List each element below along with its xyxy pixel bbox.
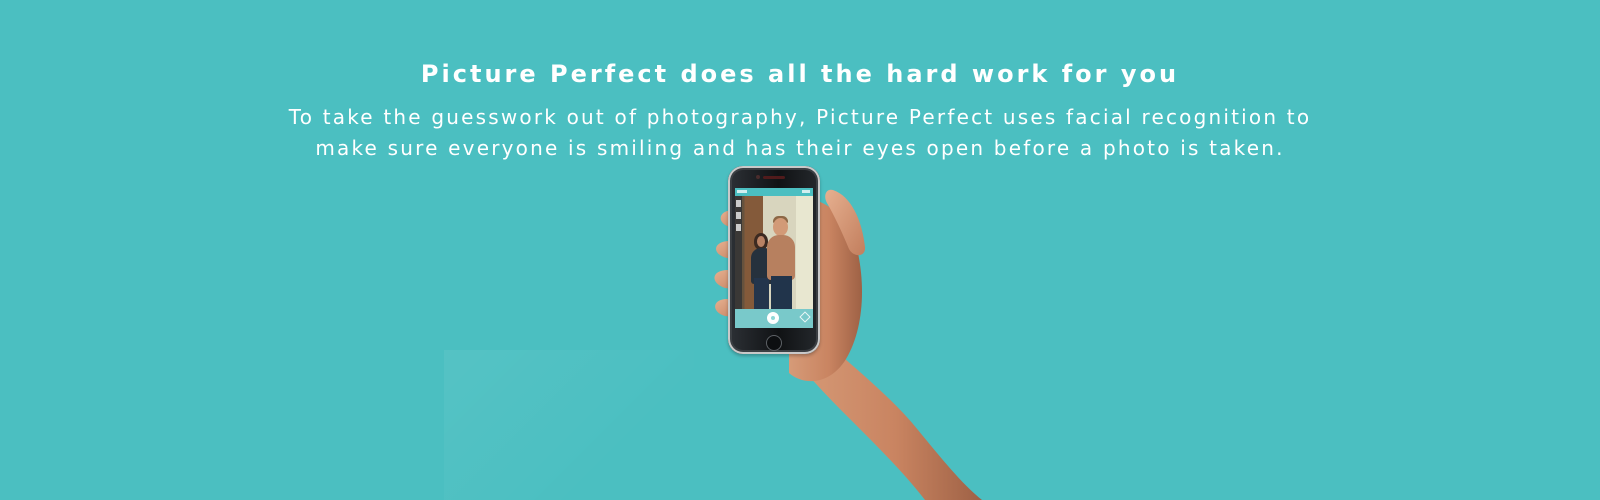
phone-home-button[interactable] bbox=[766, 335, 782, 351]
shutter-icon[interactable] bbox=[767, 312, 779, 324]
battery-icon bbox=[802, 190, 810, 193]
forearm bbox=[790, 336, 982, 500]
camera-control-bar bbox=[735, 309, 813, 328]
photo-thumbnail[interactable] bbox=[736, 224, 741, 231]
front-camera bbox=[756, 175, 760, 179]
picture-perfect-app-screen bbox=[735, 188, 813, 328]
person-body bbox=[767, 235, 795, 280]
settings-icon[interactable] bbox=[799, 311, 811, 323]
hero-section: Picture Perfect does all the hard work f… bbox=[0, 0, 1600, 500]
hero-description: To take the guesswork out of photography… bbox=[260, 102, 1340, 164]
photo-thumbnail[interactable] bbox=[736, 200, 741, 207]
phone-speaker bbox=[763, 176, 785, 179]
person-face bbox=[773, 218, 788, 236]
photo-thumbnail-strip bbox=[735, 196, 742, 309]
status-icons bbox=[737, 190, 747, 193]
hero-description-line: To take the guesswork out of photography… bbox=[288, 105, 1312, 129]
person-legs bbox=[771, 276, 792, 309]
person-legs bbox=[754, 278, 769, 309]
hero-description-line: make sure everyone is smiling and has th… bbox=[315, 136, 1285, 160]
phone-status-bar bbox=[735, 188, 813, 196]
photo-thumbnail[interactable] bbox=[736, 212, 741, 219]
camera-preview bbox=[735, 196, 813, 309]
hero-headline: Picture Perfect does all the hard work f… bbox=[420, 60, 1180, 89]
person-face bbox=[757, 236, 765, 247]
phone-mockup bbox=[728, 166, 820, 354]
background-light-shade bbox=[444, 350, 694, 500]
thumb bbox=[825, 189, 866, 256]
